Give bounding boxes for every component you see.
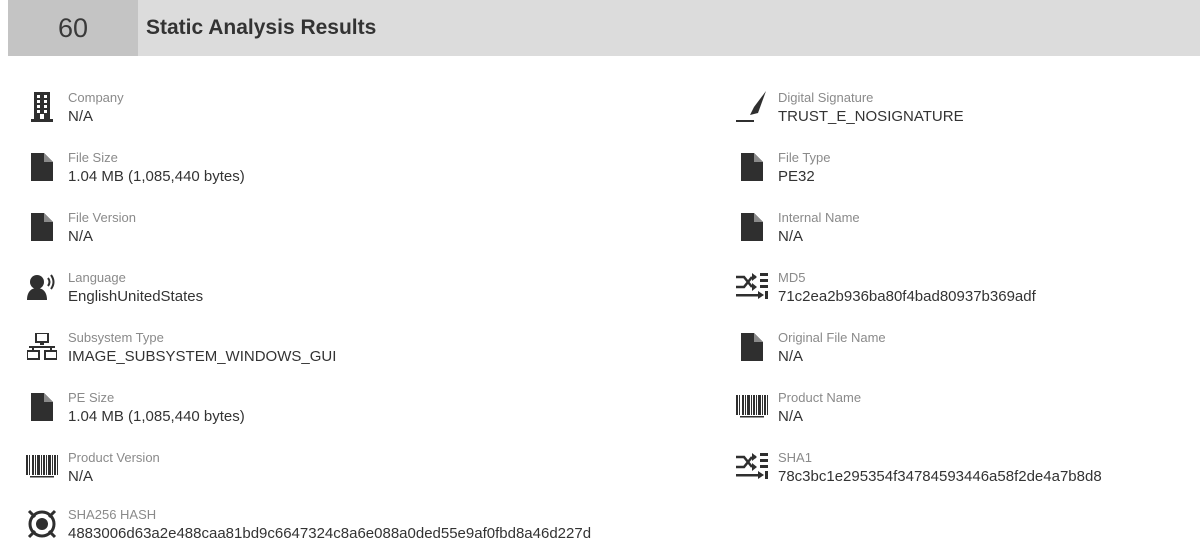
original-file-name-value: N/A bbox=[778, 348, 804, 365]
product-version-label: Product Version bbox=[68, 450, 160, 465]
sha1-label: SHA1 bbox=[778, 450, 812, 465]
file-icon bbox=[736, 330, 768, 364]
file-type-label: File Type bbox=[778, 150, 831, 165]
file-icon bbox=[736, 150, 768, 184]
product-name-label: Product Name bbox=[778, 390, 862, 405]
network-icon bbox=[26, 330, 58, 364]
barcode-icon bbox=[26, 450, 58, 484]
speaker-icon bbox=[26, 270, 58, 304]
signature-pen-icon bbox=[736, 90, 768, 124]
file-size-value: 1.04 MB (1,085,440 bytes) bbox=[68, 168, 245, 185]
hash-shuffle-icon bbox=[736, 450, 768, 484]
product-name-value: N/A bbox=[778, 408, 804, 425]
internal-name-label: Internal Name bbox=[778, 210, 860, 225]
sha256-value: 4883006d63a2e488caa81bd9c6647324c8a6e088… bbox=[68, 525, 592, 542]
file-icon bbox=[26, 390, 58, 424]
sha256-label: SHA256 HASH bbox=[68, 507, 157, 522]
file-version-label: File Version bbox=[68, 210, 136, 225]
section-title: Static Analysis Results bbox=[146, 16, 377, 39]
file-size-label: File Size bbox=[68, 150, 118, 165]
file-version-value: N/A bbox=[68, 228, 94, 245]
barcode-icon bbox=[736, 390, 768, 424]
md5-label: MD5 bbox=[778, 270, 806, 285]
language-label: Language bbox=[68, 270, 126, 285]
hash-shuffle-icon bbox=[736, 270, 768, 304]
pe-size-label: PE Size bbox=[68, 390, 115, 405]
file-icon bbox=[736, 210, 768, 244]
digital-signature-label: Digital Signature bbox=[778, 90, 874, 105]
pe-size-value: 1.04 MB (1,085,440 bytes) bbox=[68, 408, 245, 425]
file-icon bbox=[26, 210, 58, 244]
product-version-value: N/A bbox=[68, 468, 94, 485]
internal-name-value: N/A bbox=[778, 228, 804, 245]
original-file-name-label: Original File Name bbox=[778, 330, 886, 345]
subsystem-type-label: Subsystem Type bbox=[68, 330, 164, 345]
file-type-value: PE32 bbox=[778, 168, 815, 185]
sha1-value: 78c3bc1e295354f34784593446a58f2de4a7b8d8 bbox=[778, 468, 1102, 485]
language-value: EnglishUnitedStates bbox=[68, 288, 204, 305]
section-number: 60 bbox=[8, 0, 138, 56]
digital-signature-value: TRUST_E_NOSIGNATURE bbox=[778, 108, 964, 125]
section-header: 60 Static Analysis Results bbox=[8, 0, 1200, 56]
company-value: N/A bbox=[68, 108, 94, 125]
building-icon bbox=[26, 90, 58, 124]
company-label: Company bbox=[68, 90, 124, 105]
file-icon bbox=[26, 150, 58, 184]
md5-value: 71c2ea2b936ba80f4bad80937b369adf bbox=[778, 288, 1036, 305]
subsystem-type-value: IMAGE_SUBSYSTEM_WINDOWS_GUI bbox=[68, 348, 337, 365]
target-icon bbox=[26, 507, 58, 541]
